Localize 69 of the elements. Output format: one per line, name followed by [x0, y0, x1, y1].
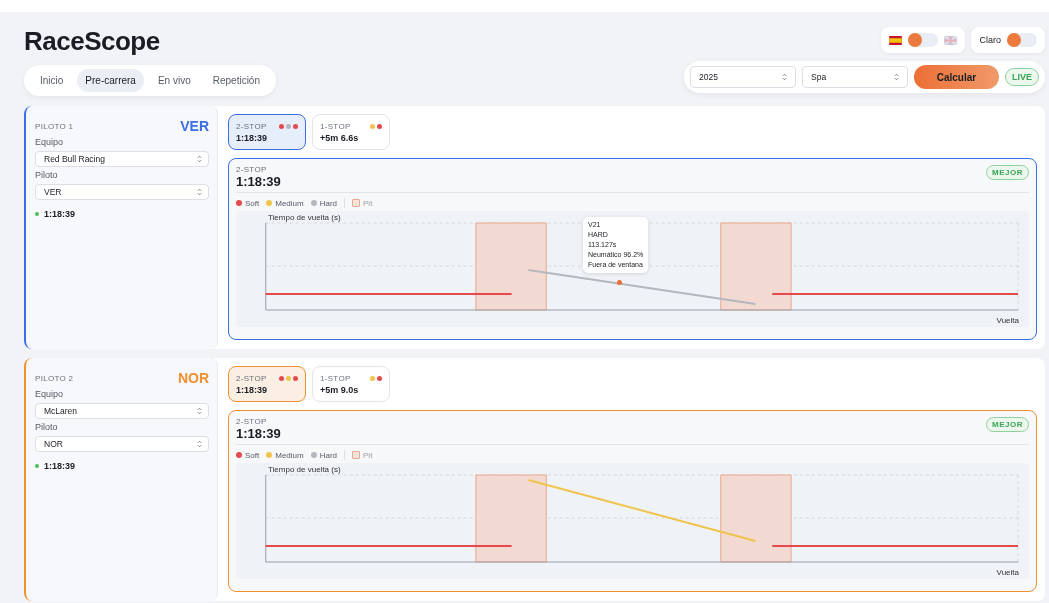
- legend-label: Hard: [319, 450, 338, 460]
- updown-chevron-icon: [197, 440, 202, 448]
- driver-label: Piloto: [35, 170, 59, 180]
- total-time: 1:18:39: [44, 461, 76, 471]
- strategy-name: 1-STOP: [320, 373, 351, 383]
- strategy-card[interactable]: 2-STOP 1:18:39: [228, 366, 306, 402]
- strategy-name: 1-STOP: [320, 121, 351, 131]
- theme-label: Claro: [979, 35, 1001, 45]
- axis-title: Vuelta: [996, 568, 1019, 577]
- pit-swatch-icon: [352, 199, 361, 207]
- live-badge: LIVE: [1005, 68, 1039, 86]
- nav-tab[interactable]: Inicio: [32, 69, 72, 92]
- spain-flag-icon: [889, 35, 903, 45]
- updown-chevron-icon: [894, 73, 899, 81]
- legend-label: Pit: [363, 450, 373, 460]
- driver-code: NOR: [177, 370, 209, 386]
- legend-label: Medium: [275, 198, 304, 208]
- driver-code: VER: [180, 118, 209, 134]
- pit-swatch-icon: [352, 451, 361, 459]
- legend-label: Hard: [319, 198, 338, 208]
- strategy-time: +5m 6.6s: [320, 132, 360, 143]
- driver-select[interactable]: NOR: [35, 436, 209, 452]
- total-time: 1:18:39: [44, 209, 76, 219]
- lap-point: [617, 280, 622, 285]
- strategy-time: 1:18:39: [236, 132, 269, 143]
- team-label: Equipo: [35, 389, 65, 399]
- axis-title: Tiempo de vuelta (s): [268, 465, 341, 474]
- axis-title: Vuelta: [996, 316, 1019, 325]
- detail-time: 1:18:39: [236, 174, 281, 189]
- season-select[interactable]: 2025: [690, 66, 796, 88]
- legend-label: Soft: [245, 198, 260, 208]
- strategy-time: 1:18:39: [236, 384, 269, 395]
- theme-toggle[interactable]: [1007, 33, 1037, 47]
- updown-chevron-icon: [197, 155, 202, 163]
- nav-tab[interactable]: En vivo: [149, 69, 199, 92]
- updown-chevron-icon: [197, 407, 202, 415]
- strategy-card[interactable]: 1-STOP +5m 6.6s: [312, 114, 390, 150]
- team-select[interactable]: McLaren: [35, 403, 209, 419]
- driver-label: Piloto: [35, 422, 59, 432]
- legend-label: Soft: [245, 450, 260, 460]
- strategy-time: +5m 9.0s: [320, 384, 360, 395]
- calculate-button[interactable]: Calcular: [914, 65, 999, 89]
- axis-title: Tiempo de vuelta (s): [268, 213, 341, 222]
- language-toggle[interactable]: [908, 33, 939, 47]
- detail-time: 1:18:39: [236, 426, 281, 441]
- best-badge: MEJOR: [986, 417, 1029, 432]
- team-label: Equipo: [35, 137, 65, 147]
- updown-chevron-icon: [197, 188, 202, 196]
- status-dot: [35, 464, 39, 468]
- driver-heading: PILOTO 2: [35, 373, 74, 383]
- nav-tab[interactable]: Pre-carrera: [77, 69, 144, 92]
- uk-flag-icon: [944, 35, 958, 45]
- detail-strategy-name: 2-STOP: [236, 417, 268, 426]
- updown-chevron-icon: [782, 73, 787, 81]
- detail-strategy-name: 2-STOP: [236, 165, 268, 174]
- team-select[interactable]: Red Bull Racing: [35, 151, 209, 167]
- strategy-card[interactable]: 2-STOP 1:18:39: [228, 114, 306, 150]
- strategy-name: 2-STOP: [236, 373, 267, 383]
- driver-heading: PILOTO 1: [35, 121, 74, 131]
- legend-label: Pit: [363, 198, 373, 208]
- best-badge: MEJOR: [986, 165, 1029, 180]
- driver-select[interactable]: VER: [35, 184, 209, 200]
- strategy-card[interactable]: 1-STOP +5m 9.0s: [312, 366, 390, 402]
- nav-tab[interactable]: Repetición: [204, 69, 268, 92]
- strategy-name: 2-STOP: [236, 121, 267, 131]
- app-title: RaceScope: [24, 26, 161, 57]
- status-dot: [35, 212, 39, 216]
- circuit-select[interactable]: Spa: [802, 66, 908, 88]
- legend-label: Medium: [275, 450, 304, 460]
